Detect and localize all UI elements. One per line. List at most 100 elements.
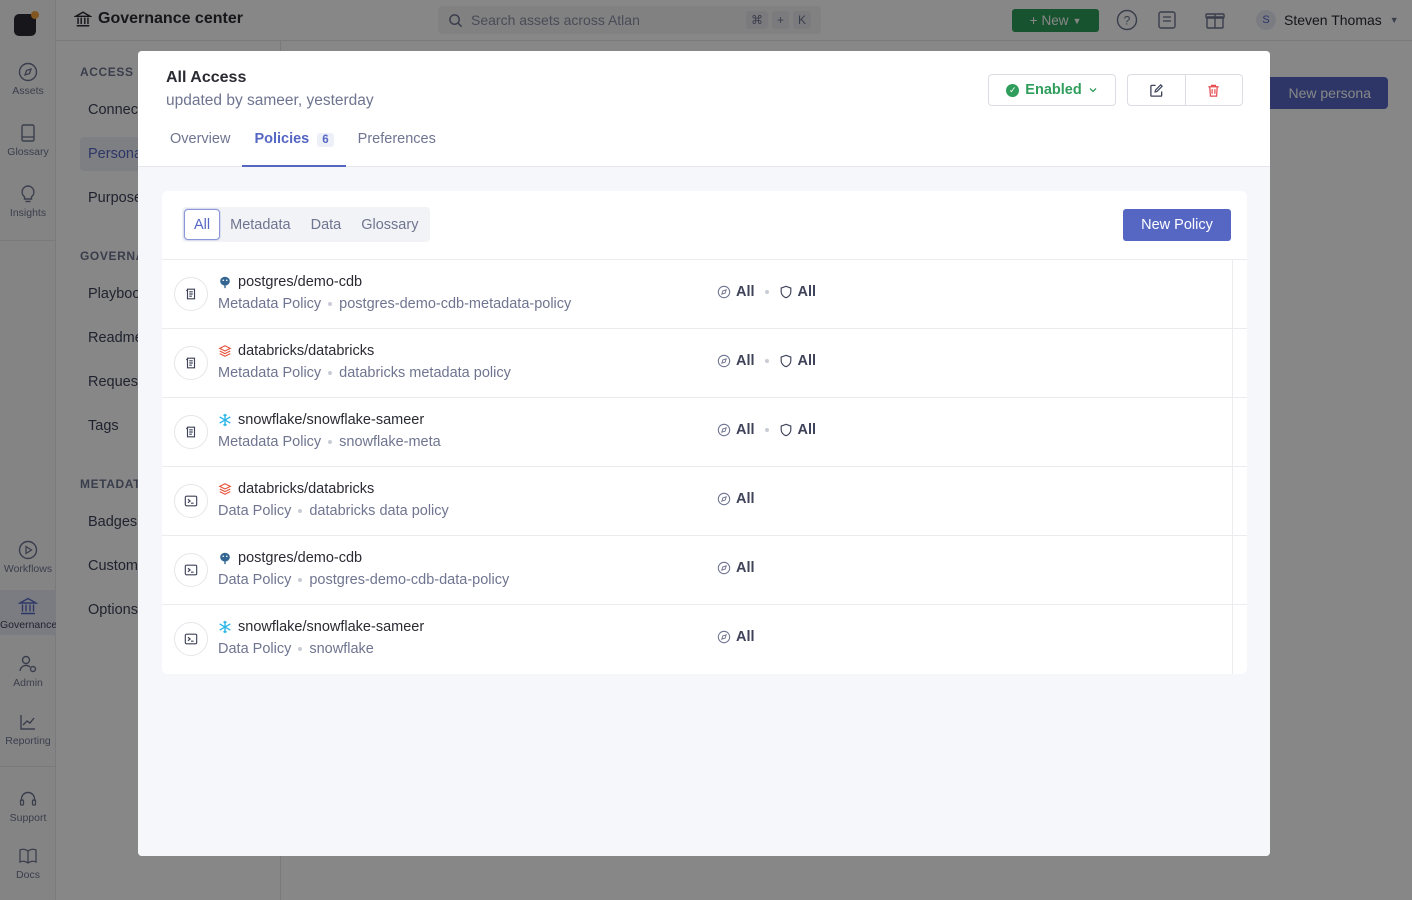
persona-drawer: All Access updated by sameer, yesterday … bbox=[138, 51, 1270, 856]
filter-data[interactable]: Data bbox=[301, 209, 352, 240]
policy-type: Metadata Policy bbox=[218, 434, 322, 450]
permission-label: All bbox=[736, 353, 755, 369]
permission-label: All bbox=[736, 422, 755, 438]
chevron-down-icon bbox=[1089, 88, 1097, 93]
scrollbar[interactable] bbox=[1232, 259, 1233, 674]
policy-permissions: All All bbox=[717, 353, 816, 369]
permission-label: All bbox=[736, 560, 755, 576]
policy-type-icon bbox=[174, 622, 208, 656]
policy-type-icon bbox=[174, 277, 208, 311]
terminal-icon bbox=[184, 633, 198, 645]
databricks-icon bbox=[218, 483, 232, 495]
policy-list: postgres/demo-cdb Metadata Policy postgres… bbox=[162, 259, 1247, 673]
count-badge: 6 bbox=[317, 133, 334, 147]
policy-asset: snowflake/snowflake-sameer bbox=[218, 619, 424, 635]
policy-type: Data Policy bbox=[218, 641, 292, 657]
compass-icon bbox=[717, 630, 731, 644]
metadata-policy-icon bbox=[186, 426, 196, 438]
permission-label: All bbox=[736, 284, 755, 300]
policy-meta: Data Policy databricks data policy bbox=[218, 503, 449, 519]
policy-asset: postgres/demo-cdb bbox=[218, 274, 362, 290]
policy-permissions: All All bbox=[717, 284, 816, 300]
drawer-header: All Access updated by sameer, yesterday … bbox=[138, 51, 1270, 167]
status-dropdown[interactable]: ✓ Enabled bbox=[988, 74, 1116, 106]
policy-type-icon bbox=[174, 484, 208, 518]
metadata-policy-icon bbox=[186, 357, 196, 369]
policy-meta: Metadata Policy postgres-demo-cdb-metadat… bbox=[218, 296, 571, 312]
policy-type-icon bbox=[174, 553, 208, 587]
permission-label: All bbox=[797, 284, 817, 300]
tab-overview[interactable]: Overview bbox=[158, 127, 242, 167]
drawer-body: All Metadata Data Glossary New Policy po… bbox=[138, 167, 1270, 856]
databricks-icon bbox=[218, 345, 232, 357]
policy-type: Data Policy bbox=[218, 503, 292, 519]
postgres-icon bbox=[220, 276, 230, 289]
trash-icon bbox=[1208, 84, 1219, 97]
shield-icon bbox=[780, 354, 791, 368]
policy-type: Metadata Policy bbox=[218, 365, 322, 381]
policy-row[interactable]: databricks/databricks Data Policy databric… bbox=[162, 466, 1247, 535]
compass-icon bbox=[717, 423, 731, 437]
check-circle-icon: ✓ bbox=[1006, 83, 1020, 97]
shield-icon bbox=[780, 285, 791, 299]
terminal-icon bbox=[184, 495, 198, 507]
policy-name: snowflake bbox=[309, 641, 374, 657]
policy-asset-name: snowflake/snowflake-sameer bbox=[238, 412, 425, 428]
policy-type: Metadata Policy bbox=[218, 296, 322, 312]
policy-asset: snowflake/snowflake-sameer bbox=[218, 412, 424, 428]
compass-icon bbox=[717, 561, 731, 575]
policy-permissions: All bbox=[717, 629, 755, 645]
permission-label: All bbox=[797, 422, 817, 438]
policy-permissions: All bbox=[717, 491, 755, 507]
policy-name: snowflake-meta bbox=[339, 434, 441, 450]
policy-row[interactable]: snowflake/snowflake-sameer Data Policy sno… bbox=[162, 604, 1247, 673]
delete-button[interactable] bbox=[1184, 75, 1243, 105]
policy-name: databricks data policy bbox=[309, 503, 449, 519]
policy-asset: databricks/databricks bbox=[218, 343, 374, 359]
policies-card: All Metadata Data Glossary New Policy po… bbox=[162, 191, 1247, 674]
policy-meta: Data Policy postgres-demo-cdb-data-policy bbox=[218, 572, 509, 588]
separator-dot bbox=[328, 302, 333, 306]
drawer-title: All Access bbox=[166, 69, 247, 86]
separator-dot bbox=[764, 290, 769, 294]
policy-meta: Metadata Policy snowflake-meta bbox=[218, 434, 441, 450]
filter-glossary[interactable]: Glossary bbox=[351, 209, 428, 240]
policy-row[interactable]: snowflake/snowflake-sameer Metadata Polic… bbox=[162, 397, 1247, 466]
separator-dot bbox=[298, 647, 303, 651]
separator-dot bbox=[328, 371, 333, 375]
snowflake-icon bbox=[219, 620, 231, 634]
permission-all: All bbox=[717, 284, 755, 300]
edit-icon bbox=[1149, 83, 1163, 97]
policy-row[interactable]: postgres/demo-cdb Data Policy postgres-dem… bbox=[162, 535, 1247, 604]
tab-label: Preferences bbox=[357, 131, 436, 147]
compass-icon bbox=[717, 354, 731, 368]
filter-all[interactable]: All bbox=[184, 209, 221, 240]
edit-button[interactable] bbox=[1128, 75, 1185, 105]
permission-all: All bbox=[717, 422, 755, 438]
tab-label: Overview bbox=[170, 131, 231, 147]
filter-metadata[interactable]: Metadata bbox=[220, 209, 300, 240]
policy-meta: Data Policy snowflake bbox=[218, 641, 374, 657]
drawer-tabs: Overview Policies 6 Preferences bbox=[158, 127, 448, 167]
permission-all: All bbox=[717, 491, 755, 507]
new-policy-button[interactable]: New Policy bbox=[1123, 209, 1231, 241]
policy-row[interactable]: databricks/databricks Metadata Policy data… bbox=[162, 328, 1247, 397]
policy-type-icon bbox=[174, 346, 208, 380]
policy-permissions: All All bbox=[717, 422, 816, 438]
permission-label: All bbox=[736, 629, 755, 645]
permission-label: All bbox=[736, 491, 755, 507]
separator-dot bbox=[298, 509, 303, 513]
drawer-subtitle: updated by sameer, yesterday bbox=[166, 92, 374, 109]
policy-row[interactable]: postgres/demo-cdb Metadata Policy postgres… bbox=[162, 259, 1247, 328]
drawer-actions bbox=[1127, 74, 1243, 106]
policy-asset: databricks/databricks bbox=[218, 481, 374, 497]
tab-preferences[interactable]: Preferences bbox=[346, 127, 448, 167]
policy-asset-name: databricks/databricks bbox=[238, 343, 375, 359]
permission-scope: All bbox=[779, 353, 817, 369]
permission-label: All bbox=[797, 353, 817, 369]
policy-type: Data Policy bbox=[218, 572, 292, 588]
terminal-icon bbox=[184, 564, 198, 576]
compass-icon bbox=[717, 492, 731, 506]
tab-policies[interactable]: Policies 6 bbox=[242, 127, 346, 167]
postgres-icon bbox=[220, 552, 230, 565]
